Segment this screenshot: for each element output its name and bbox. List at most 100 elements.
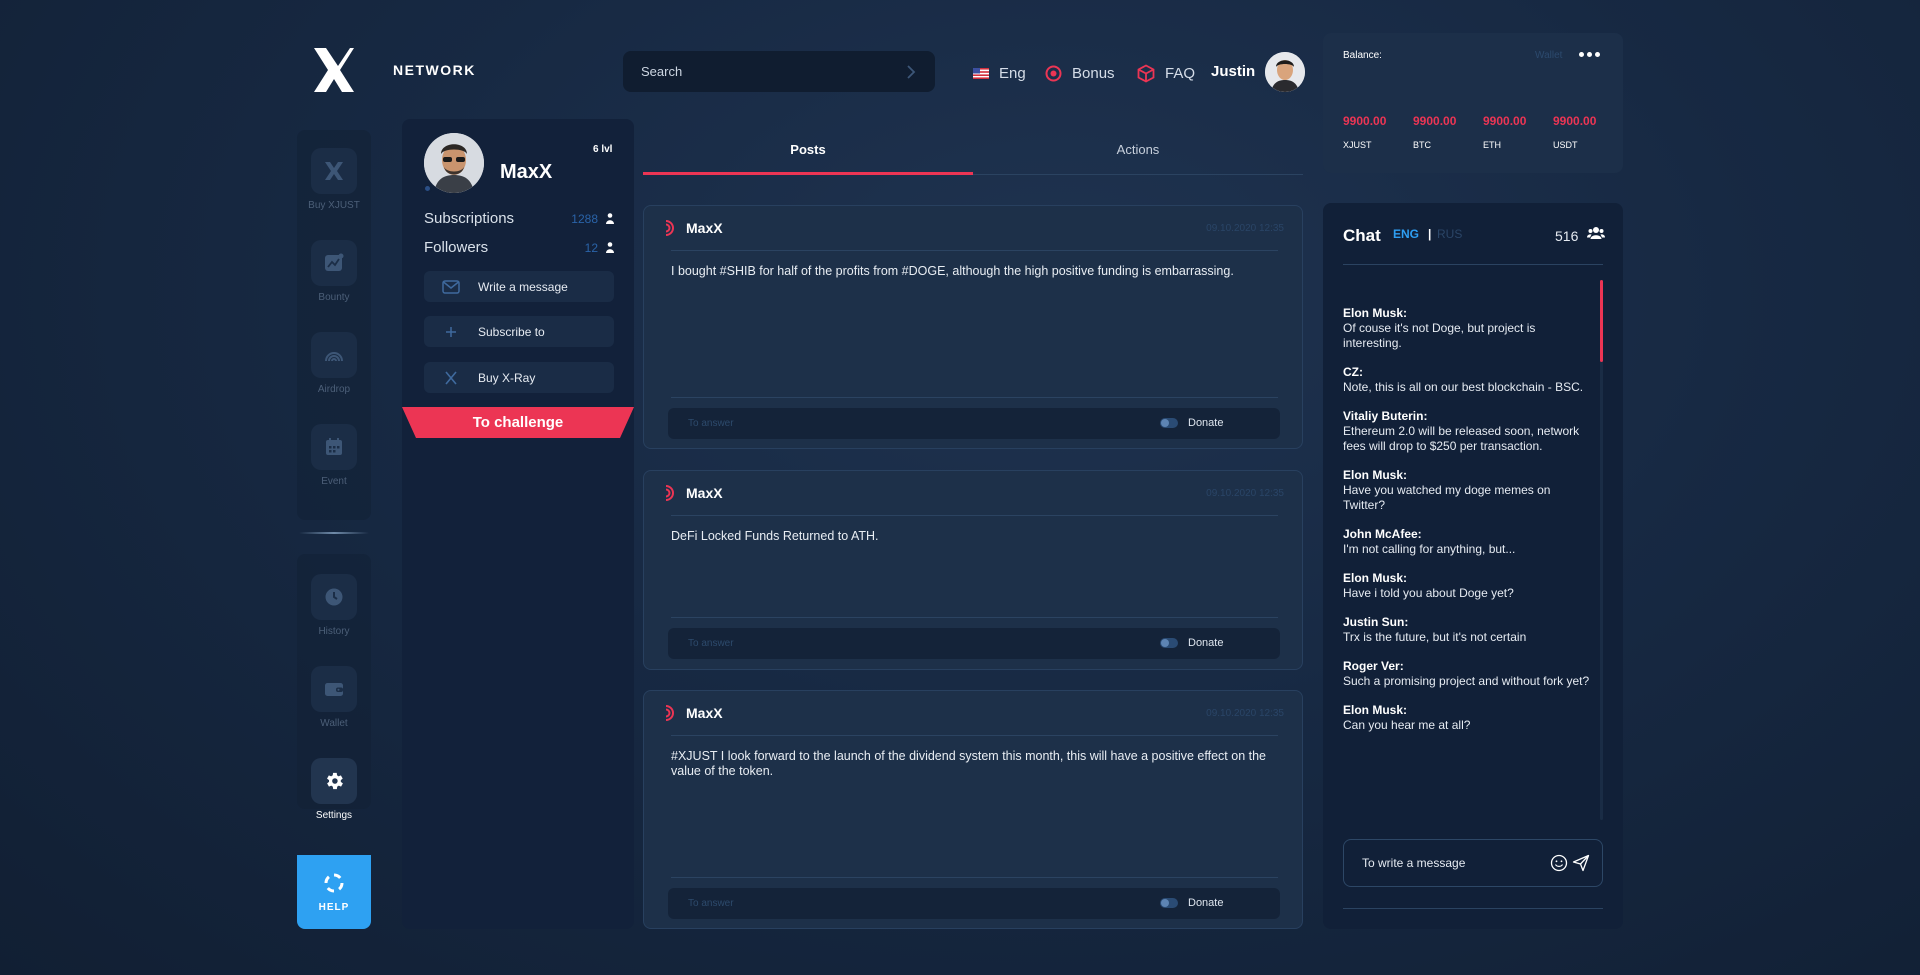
- profile-level: 6 lvl: [593, 144, 613, 155]
- chat-message-author[interactable]: Elon Musk:: [1343, 468, 1593, 483]
- donate-toggle[interactable]: Donate: [1160, 417, 1223, 429]
- chat-lang-eng[interactable]: ENG: [1393, 227, 1419, 241]
- chart-icon: [311, 240, 357, 286]
- post-divider: [671, 397, 1278, 398]
- answer-input[interactable]: [688, 418, 1148, 429]
- sidebar-item-event[interactable]: Event: [297, 414, 371, 506]
- chat-message-list: Elon Musk: Of couse it's not Doge, but p…: [1343, 306, 1593, 747]
- buy-x-ray-button[interactable]: Buy X-Ray: [424, 362, 614, 393]
- sidebar-item-label: History: [318, 626, 350, 637]
- cube-icon: [1137, 63, 1155, 83]
- sidebar-item-label: Airdrop: [317, 384, 351, 395]
- post-divider: [671, 877, 1278, 878]
- post-author[interactable]: MaxX: [686, 485, 723, 501]
- followers-row[interactable]: Followers 12: [424, 239, 614, 256]
- chat-message-author[interactable]: Elon Musk:: [1343, 571, 1593, 586]
- donate-toggle[interactable]: Donate: [1160, 897, 1223, 909]
- write-message-button[interactable]: Write a message: [424, 271, 614, 302]
- help-button[interactable]: HELP: [297, 855, 371, 929]
- bonus-link[interactable]: Bonus: [1045, 61, 1115, 85]
- challenge-button[interactable]: To challenge: [402, 407, 634, 438]
- chat-message-text: I'm not calling for anything, but...: [1343, 542, 1516, 556]
- sidebar-divider: [299, 532, 369, 534]
- more-options-icon[interactable]: [1579, 52, 1600, 57]
- post-author[interactable]: MaxX: [686, 705, 723, 721]
- answer-input[interactable]: [688, 898, 1148, 909]
- answer-input[interactable]: [688, 638, 1148, 649]
- chevron-right-icon[interactable]: [905, 64, 917, 79]
- chat-message-author[interactable]: Elon Musk:: [1343, 703, 1593, 718]
- sidebar-item-settings[interactable]: Settings: [297, 748, 371, 840]
- chat-input-box[interactable]: [1343, 839, 1603, 887]
- language-selector[interactable]: Eng: [973, 61, 1026, 85]
- users-icon[interactable]: [1587, 226, 1605, 240]
- chat-message-author[interactable]: John McAfee:: [1343, 527, 1593, 542]
- balance-currency: XJUST: [1343, 140, 1372, 150]
- sidebar-item-label: Buy XJUST: [308, 200, 360, 211]
- envelope-icon: [442, 279, 460, 294]
- balance-item-xjust: 9900.00 XJUST: [1343, 114, 1386, 150]
- chat-message-text: Can you hear me at all?: [1343, 718, 1471, 732]
- search-bar[interactable]: [623, 51, 935, 92]
- x-logo-icon[interactable]: [312, 46, 356, 94]
- scrollbar-thumb[interactable]: [1600, 280, 1603, 362]
- chat-lang-rus[interactable]: RUS: [1437, 227, 1462, 241]
- search-input[interactable]: [641, 64, 905, 79]
- balance-currency: BTC: [1413, 140, 1431, 150]
- chat-message-author[interactable]: Vitaliy Buterin:: [1343, 409, 1593, 424]
- chat-message-author[interactable]: CZ:: [1343, 365, 1593, 380]
- tab-posts[interactable]: Posts: [643, 133, 973, 175]
- signal-icon: [665, 220, 674, 236]
- post-card: MaxX 09.10.2020 12:35 I bought #SHIB for…: [643, 205, 1303, 449]
- help-label: HELP: [318, 901, 350, 913]
- user-avatar[interactable]: [1265, 52, 1305, 92]
- post-author[interactable]: MaxX: [686, 220, 723, 236]
- chat-message-author[interactable]: Elon Musk:: [1343, 306, 1593, 321]
- send-icon[interactable]: [1572, 854, 1590, 872]
- post-header: MaxX: [664, 485, 723, 501]
- balance-item-btc: 9900.00 BTC: [1413, 114, 1456, 150]
- toggle-switch[interactable]: [1160, 418, 1178, 428]
- chat-message: Vitaliy Buterin: Ethereum 2.0 will be re…: [1343, 409, 1593, 454]
- signal-icon: [665, 485, 674, 501]
- balance-item-usdt: 9900.00 USDT: [1553, 114, 1596, 150]
- chat-message: Roger Ver: Such a promising project and …: [1343, 659, 1593, 689]
- wallet-link[interactable]: Wallet: [1535, 50, 1562, 61]
- subscriptions-row[interactable]: Subscriptions 1288: [424, 210, 614, 227]
- chat-message-author[interactable]: Justin Sun:: [1343, 615, 1593, 630]
- profile-avatar[interactable]: [424, 133, 484, 193]
- sidebar-item-history[interactable]: History: [297, 564, 371, 656]
- chat-scrollbar[interactable]: [1600, 280, 1603, 820]
- balance-value: 9900.00: [1413, 114, 1457, 128]
- donate-label: Donate: [1188, 897, 1224, 909]
- calendar-icon: [311, 424, 357, 470]
- balance-item-eth: 9900.00 ETH: [1483, 114, 1526, 150]
- sidebar-item-label: Bounty: [318, 292, 350, 303]
- sidebar-item-buy-xjust[interactable]: Buy XJUST: [297, 138, 371, 230]
- sidebar-item-airdrop[interactable]: Airdrop: [297, 322, 371, 414]
- gear-icon: [311, 758, 357, 804]
- post-footer: Donate: [668, 888, 1280, 919]
- target-icon: [1045, 65, 1062, 81]
- chat-divider: [1343, 908, 1603, 909]
- brand-name: NETWORK: [393, 62, 476, 78]
- sidebar-item-wallet[interactable]: Wallet: [297, 656, 371, 748]
- faq-link[interactable]: FAQ: [1137, 61, 1195, 85]
- subscribe-button[interactable]: Subscribe to: [424, 316, 614, 347]
- sidebar-item-bounty[interactable]: Bounty: [297, 230, 371, 322]
- tab-actions[interactable]: Actions: [973, 133, 1303, 175]
- emoji-icon[interactable]: [1550, 854, 1568, 872]
- post-divider: [671, 735, 1278, 736]
- user-name[interactable]: Justin: [1211, 63, 1255, 80]
- donate-toggle[interactable]: Donate: [1160, 637, 1223, 649]
- chat-title: Chat: [1343, 226, 1381, 245]
- person-icon: [606, 213, 614, 224]
- us-flag-icon: [973, 67, 989, 79]
- chat-message-author[interactable]: Roger Ver:: [1343, 659, 1593, 674]
- post-text: DeFi Locked Funds Returned to ATH.: [671, 529, 879, 543]
- toggle-switch[interactable]: [1160, 638, 1178, 648]
- toggle-switch[interactable]: [1160, 898, 1178, 908]
- subscriptions-label: Subscriptions: [424, 210, 515, 227]
- post-header: MaxX: [664, 220, 723, 236]
- chat-message-input[interactable]: [1362, 856, 1550, 870]
